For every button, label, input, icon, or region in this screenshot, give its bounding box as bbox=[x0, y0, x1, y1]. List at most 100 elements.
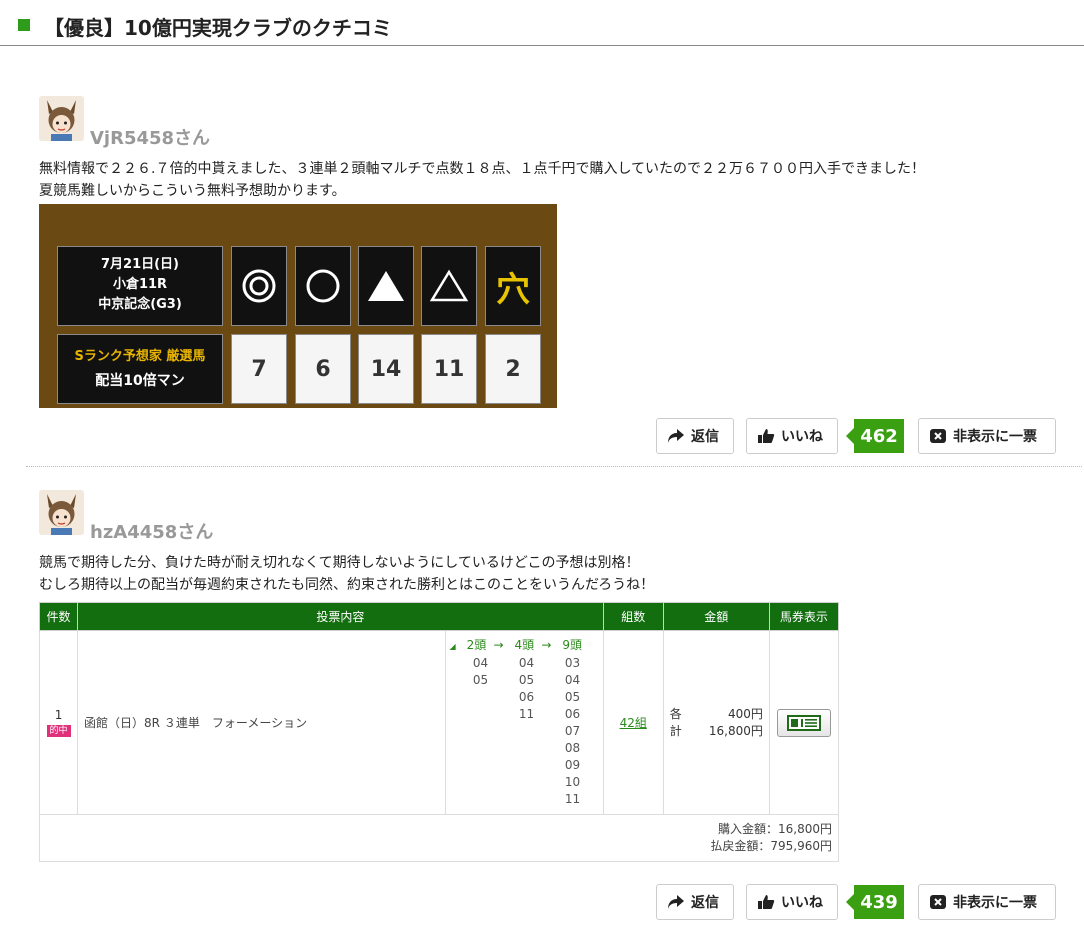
race-date: 7月21日(日) bbox=[100, 257, 180, 272]
like-label: いいね bbox=[781, 895, 823, 911]
review-actions: 返信 いいね 439 非表示に一票 bbox=[656, 884, 1076, 920]
horse-number: 6 bbox=[295, 334, 351, 404]
total-cell: 購入金額：16,800円 払戻金額：795,960円 bbox=[39, 814, 839, 862]
formation-value: 11 bbox=[564, 792, 581, 806]
triangle-marker-icon: ◢ bbox=[449, 642, 456, 651]
formation-value: 06 bbox=[564, 707, 581, 721]
formation-value: 03 bbox=[564, 656, 581, 670]
table-header-row: 件数 投票内容 組数 金額 馬券表示 bbox=[38, 602, 840, 631]
avatar bbox=[39, 96, 84, 141]
formation-value: 11 bbox=[518, 707, 535, 721]
hit-badge: 的中 bbox=[46, 725, 71, 737]
like-count: 439 bbox=[846, 885, 904, 919]
reply-button[interactable]: 返信 bbox=[656, 884, 734, 920]
payout-amount: 払戻金額：795,960円 bbox=[710, 839, 832, 853]
close-box-icon bbox=[930, 429, 946, 443]
formation-col-3: 03 04 05 06 07 08 09 10 11 bbox=[550, 655, 596, 808]
page-header: 【優良】10億円実現クラブのクチコミ bbox=[0, 0, 1084, 46]
ticket-view-button[interactable] bbox=[776, 708, 831, 737]
formation-cell: ◢ 2頭 → 4頭 → 9頭 04 05 04 05 06 11 03 04 0… bbox=[444, 630, 604, 815]
horse-avatar-icon bbox=[39, 96, 84, 141]
avatar bbox=[39, 490, 84, 535]
ticket-icon bbox=[786, 714, 821, 731]
like-label: いいね bbox=[781, 429, 823, 445]
formation-header-3: 9頭 bbox=[562, 638, 583, 652]
formation-value: 09 bbox=[564, 758, 581, 772]
race-name: 中京記念(G3) bbox=[98, 297, 182, 312]
table-row: 1 的中 函館（日）8R ３連単 フォーメーション ◢ 2頭 → 4頭 → 9頭 0… bbox=[38, 630, 840, 815]
amount-each: 各 400円 bbox=[670, 706, 763, 723]
amount-each-label: 各 bbox=[669, 706, 682, 721]
brand-bottom: 配当10倍マン bbox=[95, 373, 185, 389]
review-line: 無料情報で２２６.７倍的中貰えました、３連単２頭軸マルチで点数１８点、１点千円で… bbox=[39, 161, 926, 177]
horse-number: 11 bbox=[421, 334, 477, 404]
formation-header-2: 4頭 bbox=[514, 638, 535, 652]
amount-total-value: 16,800円 bbox=[708, 723, 763, 738]
formation-value: 04 bbox=[472, 656, 489, 670]
formation-value: 05 bbox=[518, 673, 535, 687]
bet-table: 件数 投票内容 組数 金額 馬券表示 1 的中 函館（日）8R ３連単 フォーメ… bbox=[38, 602, 840, 862]
review-text: 無料情報で２２６.７倍的中貰えました、３連単２頭軸マルチで点数１８点、１点千円で… bbox=[39, 158, 925, 202]
mark-triangle bbox=[421, 246, 477, 326]
formation-value: 07 bbox=[564, 724, 581, 738]
formation: ◢ 2頭 → 4頭 → 9頭 04 05 04 05 06 11 03 04 0… bbox=[446, 631, 603, 814]
ticket-cell bbox=[768, 630, 840, 815]
review-text: 競馬で期待した分、負けた時が耐え切れなくて期待しないようにしているけどこの予想は… bbox=[39, 552, 654, 596]
review-line: 夏競馬難しいからこういう無料予想助かります。 bbox=[39, 183, 346, 199]
formation-value: 04 bbox=[518, 656, 535, 670]
reply-button[interactable]: 返信 bbox=[656, 418, 734, 454]
formation-value: 06 bbox=[518, 690, 535, 704]
formation-value: 05 bbox=[564, 690, 581, 704]
mark-filled-triangle bbox=[358, 246, 414, 326]
table-header: 投票内容 bbox=[77, 602, 604, 631]
formation-value: 10 bbox=[564, 775, 581, 789]
row-index-cell: 1 的中 bbox=[38, 630, 79, 815]
formation-header-1: 2頭 bbox=[466, 638, 487, 652]
formation-body: 04 05 04 05 06 11 03 04 05 06 07 08 09 1… bbox=[446, 655, 603, 808]
double-circle-icon bbox=[242, 269, 276, 303]
formation-col-1: 04 05 bbox=[458, 655, 504, 689]
table-header: 組数 bbox=[602, 602, 664, 631]
hide-vote-button[interactable]: 非表示に一票 bbox=[918, 418, 1056, 454]
horse-number: 2 bbox=[485, 334, 541, 404]
reply-label: 返信 bbox=[691, 895, 719, 911]
bet-content: 函館（日）8R ３連単 フォーメーション bbox=[77, 630, 446, 815]
hide-vote-label: 非表示に一票 bbox=[953, 429, 1037, 445]
purchase-amount: 購入金額：16,800円 bbox=[718, 822, 832, 836]
hide-vote-button[interactable]: 非表示に一票 bbox=[918, 884, 1056, 920]
table-header: 件数 bbox=[38, 602, 79, 631]
reply-arrow-icon bbox=[668, 895, 684, 909]
username: VjR5458さん bbox=[90, 128, 211, 149]
amount-total: 計 16,800円 bbox=[670, 723, 763, 740]
race-info: 7月21日(日) 小倉11R 中京記念(G3) bbox=[57, 246, 223, 326]
brand-box: Sランク予想家 厳選馬 配当10倍マン bbox=[57, 334, 223, 404]
like-button[interactable]: いいね bbox=[746, 884, 838, 920]
formation-col-2: 04 05 06 11 bbox=[504, 655, 550, 723]
divider bbox=[26, 466, 1082, 467]
thumbs-up-icon bbox=[758, 895, 775, 909]
mark-circle bbox=[295, 246, 351, 326]
thumbs-up-icon bbox=[758, 429, 775, 443]
like-button[interactable]: いいね bbox=[746, 418, 838, 454]
race-prediction-image: 7月21日(日) 小倉11R 中京記念(G3) 穴 Sランク予想家 厳選馬 配当… bbox=[39, 204, 557, 408]
reply-label: 返信 bbox=[691, 429, 719, 445]
square-icon bbox=[18, 19, 30, 31]
close-box-icon bbox=[930, 895, 946, 909]
formation-value: 05 bbox=[472, 673, 489, 687]
total-row: 購入金額：16,800円 払戻金額：795,960円 bbox=[39, 814, 839, 862]
amount-each-value: 400円 bbox=[727, 706, 763, 721]
ana-mark: 穴 bbox=[496, 269, 530, 310]
amount-total-label: 計 bbox=[669, 723, 682, 738]
table-header: 金額 bbox=[662, 602, 770, 631]
circle-icon bbox=[306, 269, 340, 303]
triangle-icon bbox=[429, 269, 469, 302]
horse-avatar-icon bbox=[39, 490, 84, 535]
mark-ana: 穴 bbox=[485, 246, 541, 326]
combination-count-link[interactable]: 42組 bbox=[602, 630, 664, 815]
review-actions: 返信 いいね 462 非表示に一票 bbox=[656, 418, 1076, 454]
hide-vote-label: 非表示に一票 bbox=[953, 895, 1037, 911]
brand-top: Sランク予想家 厳選馬 bbox=[74, 349, 206, 364]
username: hzA4458さん bbox=[90, 522, 214, 543]
horse-number: 7 bbox=[231, 334, 287, 404]
amount-cell: 各 400円 計 16,800円 bbox=[662, 630, 770, 815]
